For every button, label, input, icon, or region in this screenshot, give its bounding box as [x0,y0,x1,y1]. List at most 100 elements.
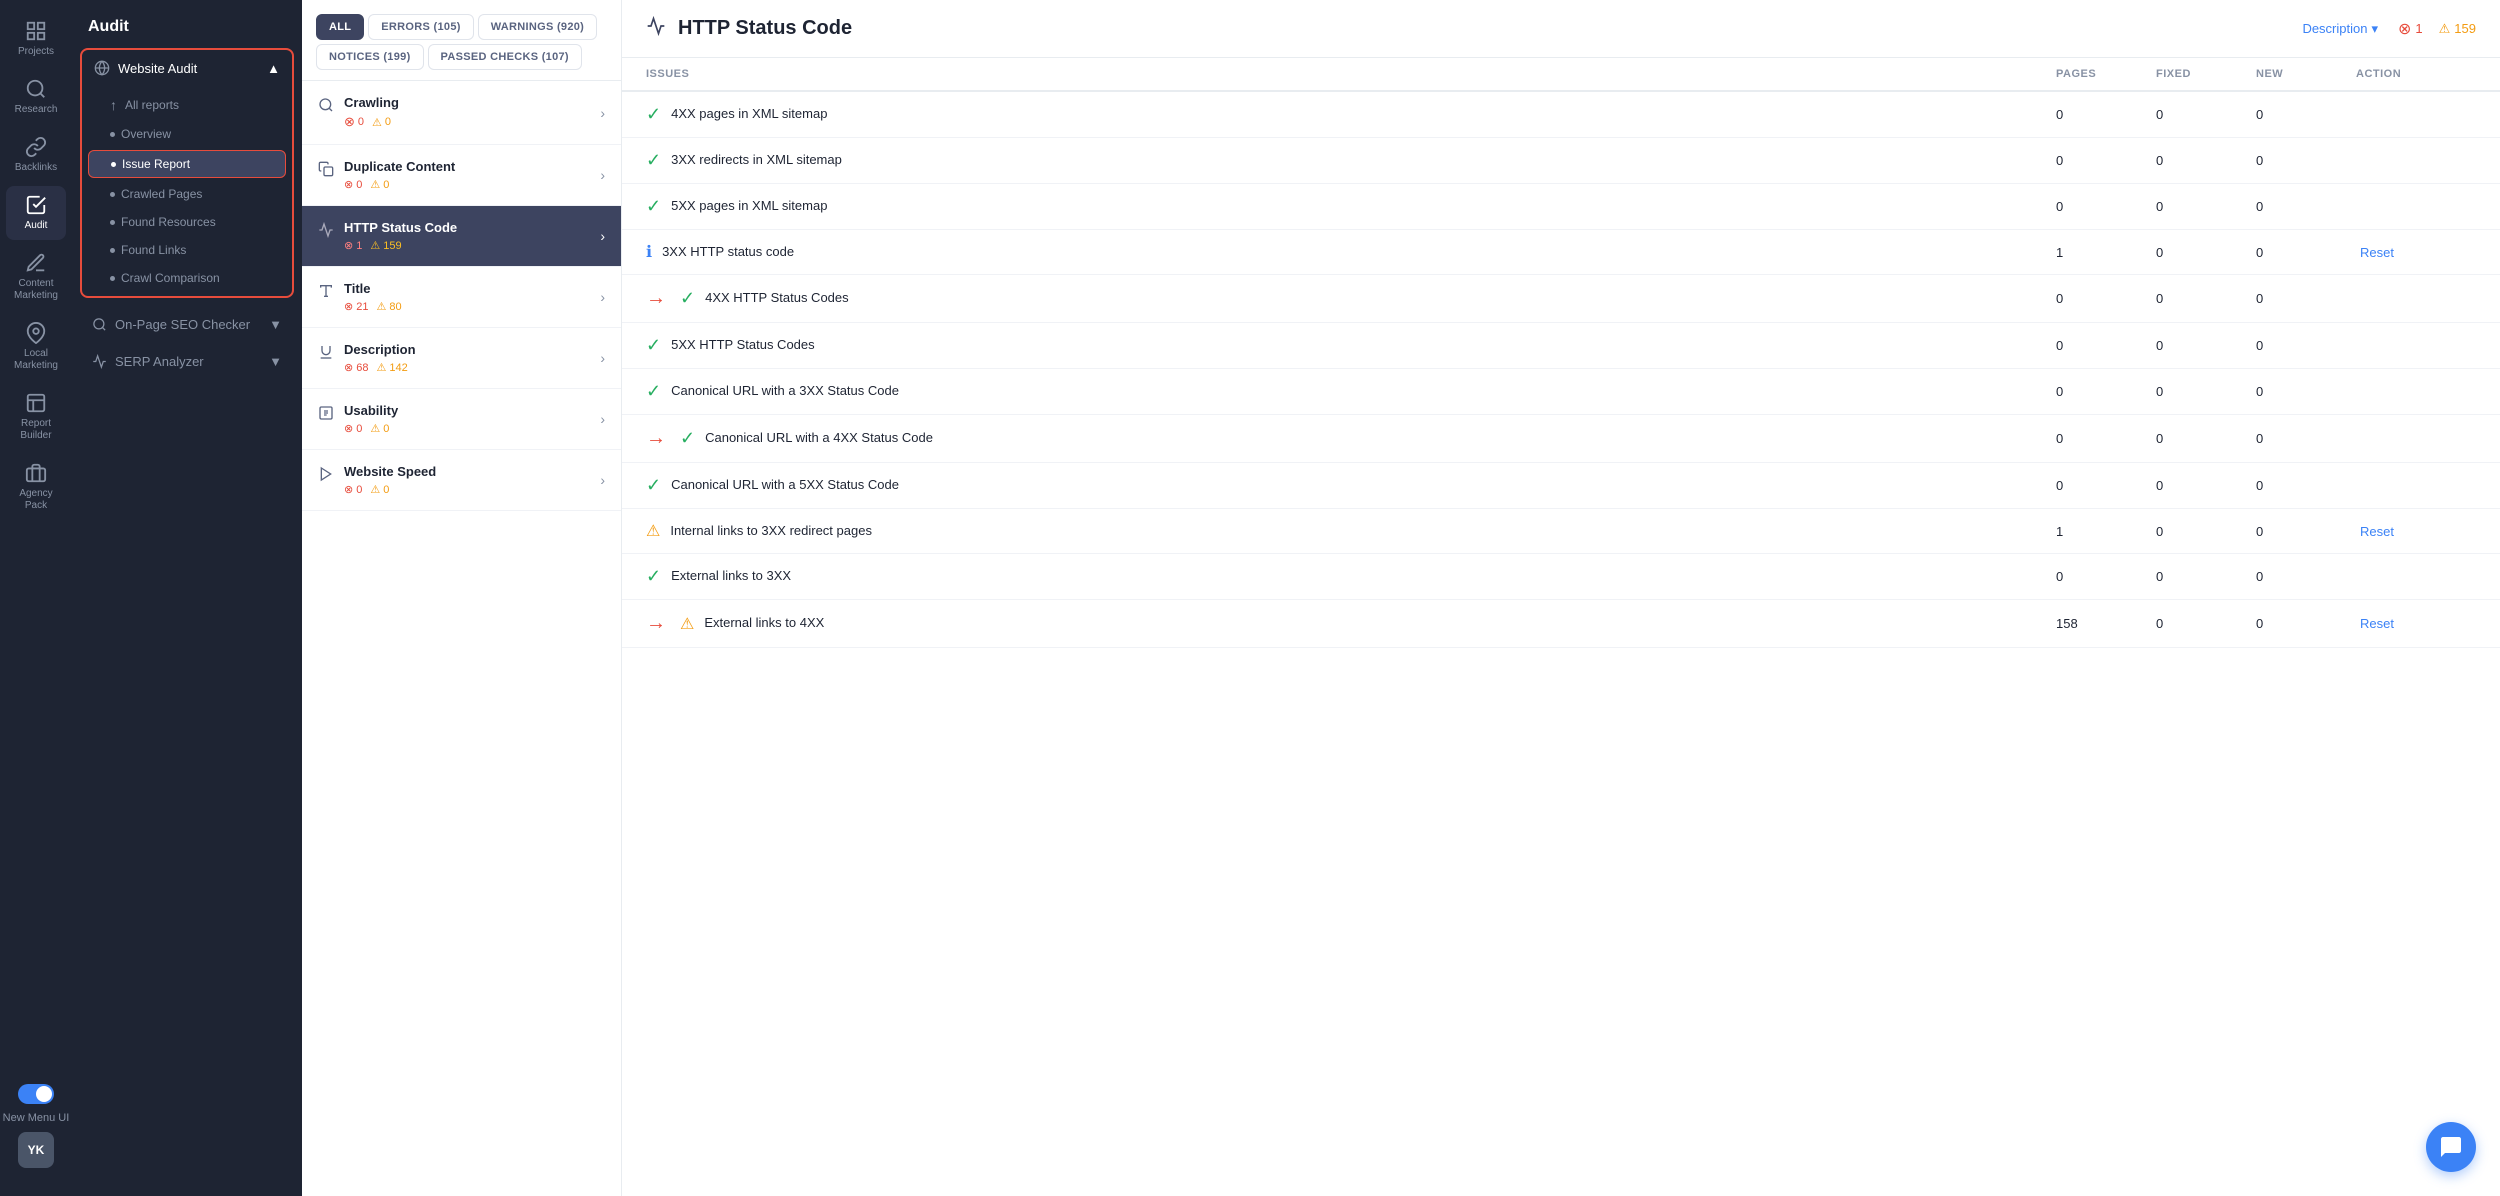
reset-button[interactable]: Reset [2356,614,2398,633]
table-header: ISSUES PAGES FIXED NEW ACTION [622,58,2500,92]
reset-button[interactable]: Reset [2356,522,2398,541]
category-usability[interactable]: Usability ⊗ 0 ⚠ 0 › [302,389,621,450]
issue-report-label: Issue Report [122,157,190,171]
sidebar-item-on-page-seo[interactable]: On-Page SEO Checker ▼ [80,308,294,341]
category-duplicate-content[interactable]: Duplicate Content ⊗ 0 ⚠ 0 › [302,145,621,206]
tab-notices[interactable]: NOTICES (199) [316,44,424,70]
table-row: →⚠ External links to 4XX 158 0 0 Reset [622,600,2500,648]
table-row: ✓ 3XX redirects in XML sitemap 0 0 0 [622,138,2500,184]
header-action: ACTION [2356,68,2476,80]
new-cell: 0 [2256,616,2356,631]
nav-backlinks[interactable]: Backlinks [6,128,66,182]
tab-all[interactable]: ALL [316,14,364,40]
description-button[interactable]: Description ▾ [2294,17,2386,41]
error-circle-icon: ⊗ [344,178,353,191]
category-http-status-code[interactable]: HTTP Status Code ⊗ 1 ⚠ 159 › [302,206,621,267]
pages-cell: 1 [2056,524,2156,539]
warning-triangle-icon: ⚠ [372,116,382,129]
crawling-title: Crawling [344,95,399,110]
passed-icon: ✓ [680,428,695,449]
sidebar-item-found-links[interactable]: Found Links [82,236,292,264]
new-cell: 0 [2256,478,2356,493]
nav-projects[interactable]: Projects [6,12,66,66]
tab-passed[interactable]: PASSED CHECKS (107) [428,44,582,70]
sidebar-item-crawl-comparison[interactable]: Crawl Comparison [82,264,292,292]
table-row: ✓ External links to 3XX 0 0 0 [622,554,2500,600]
issue-cell: ✓ Canonical URL with a 3XX Status Code [646,381,2056,402]
tab-warnings[interactable]: WARNINGS (920) [478,14,597,40]
sidebar-item-issue-report[interactable]: Issue Report [88,150,286,178]
category-website-speed[interactable]: Website Speed ⊗ 0 ⚠ 0 › [302,450,621,511]
user-avatar[interactable]: YK [18,1132,54,1168]
website-audit-header[interactable]: Website Audit ▲ [82,50,292,86]
new-menu-toggle[interactable] [18,1084,54,1104]
error-circle-icon: ⊗ [344,361,353,374]
category-description[interactable]: Description ⊗ 68 ⚠ 142 › [302,328,621,389]
pages-cell: 0 [2056,431,2156,446]
nav-audit[interactable]: Audit [6,186,66,240]
chevron-right-icon: › [600,350,605,366]
title-warnings: ⚠ 80 [376,300,401,313]
nav-research-label: Research [15,104,58,116]
warning-triangle-icon: ⚠ [2439,21,2451,37]
table-row: ✓ 5XX HTTP Status Codes 0 0 0 [622,323,2500,369]
nav-local-marketing[interactable]: Local Marketing [6,314,66,380]
sidebar-item-found-resources[interactable]: Found Resources [82,208,292,236]
sidebar-item-overview[interactable]: Overview [82,120,292,148]
chevron-up-icon: ▲ [267,61,280,76]
category-title[interactable]: Title ⊗ 21 ⚠ 80 › [302,267,621,328]
fixed-cell: 0 [2156,107,2256,122]
issue-text: External links to 3XX [671,567,791,585]
issue-cell: →✓ 4XX HTTP Status Codes [646,287,2056,310]
tab-errors[interactable]: ERRORS (105) [368,14,473,40]
action-cell: Reset [2356,614,2476,633]
chevron-right-icon: › [600,228,605,244]
nav-research[interactable]: Research [6,70,66,124]
nav-agency-pack[interactable]: Agency Pack [6,454,66,520]
issue-cell: →✓ Canonical URL with a 4XX Status Code [646,427,2056,450]
crawling-warnings: ⚠ 0 [372,116,391,129]
overview-label: Overview [121,127,171,141]
sidebar-item-all-reports[interactable]: ↑ All reports [82,90,292,120]
crawling-stats: ⊗ 0 ⚠ 0 [344,114,399,130]
fixed-cell: 0 [2156,199,2256,214]
fixed-cell: 0 [2156,569,2256,584]
dot-icon [110,192,115,197]
issue-text: Canonical URL with a 3XX Status Code [671,382,899,400]
new-cell: 0 [2256,245,2356,260]
warning-triangle-icon: ⚠ [370,178,380,191]
header-warning-count: ⚠ 159 [2439,21,2476,37]
issue-text: Canonical URL with a 5XX Status Code [671,476,899,494]
on-page-seo-label: On-Page SEO Checker [115,317,250,332]
sidebar-item-serp-analyzer[interactable]: SERP Analyzer ▼ [80,345,294,378]
chat-button[interactable] [2426,1122,2476,1172]
passed-icon: ✓ [646,104,661,125]
table-row: ℹ 3XX HTTP status code 1 0 0 Reset [622,230,2500,275]
all-reports-label: All reports [125,98,179,112]
pages-cell: 0 [2056,153,2156,168]
category-crawling[interactable]: Crawling ⊗ 0 ⚠ 0 › [302,81,621,145]
website-speed-stats: ⊗ 0 ⚠ 0 [344,483,436,496]
speed-icon [318,466,334,487]
crawl-comparison-label: Crawl Comparison [121,271,220,285]
nav-local-marketing-label: Local Marketing [10,348,62,372]
underline-icon [318,344,334,365]
chevron-right-icon: › [600,167,605,183]
usability-errors: ⊗ 0 [344,422,362,435]
issue-text: 5XX pages in XML sitemap [671,197,827,215]
website-speed-title: Website Speed [344,464,436,479]
sidebar-title: Audit [72,0,302,48]
usability-warnings: ⚠ 0 [370,422,389,435]
duplicate-errors: ⊗ 0 [344,178,362,191]
table-row: ✓ Canonical URL with a 3XX Status Code 0… [622,369,2500,415]
header-error-count: ⊗ 1 [2398,19,2423,39]
reset-button[interactable]: Reset [2356,243,2398,262]
table-body: ✓ 4XX pages in XML sitemap 0 0 0 ✓ 3XX r… [622,92,2500,648]
issue-text: 4XX pages in XML sitemap [671,105,827,123]
nav-content-marketing[interactable]: Content Marketing [6,244,66,310]
sidebar-item-crawled-pages[interactable]: Crawled Pages [82,180,292,208]
pages-cell: 158 [2056,616,2156,631]
nav-report-builder[interactable]: Report Builder [6,384,66,450]
fixed-cell: 0 [2156,431,2256,446]
fixed-cell: 0 [2156,616,2256,631]
